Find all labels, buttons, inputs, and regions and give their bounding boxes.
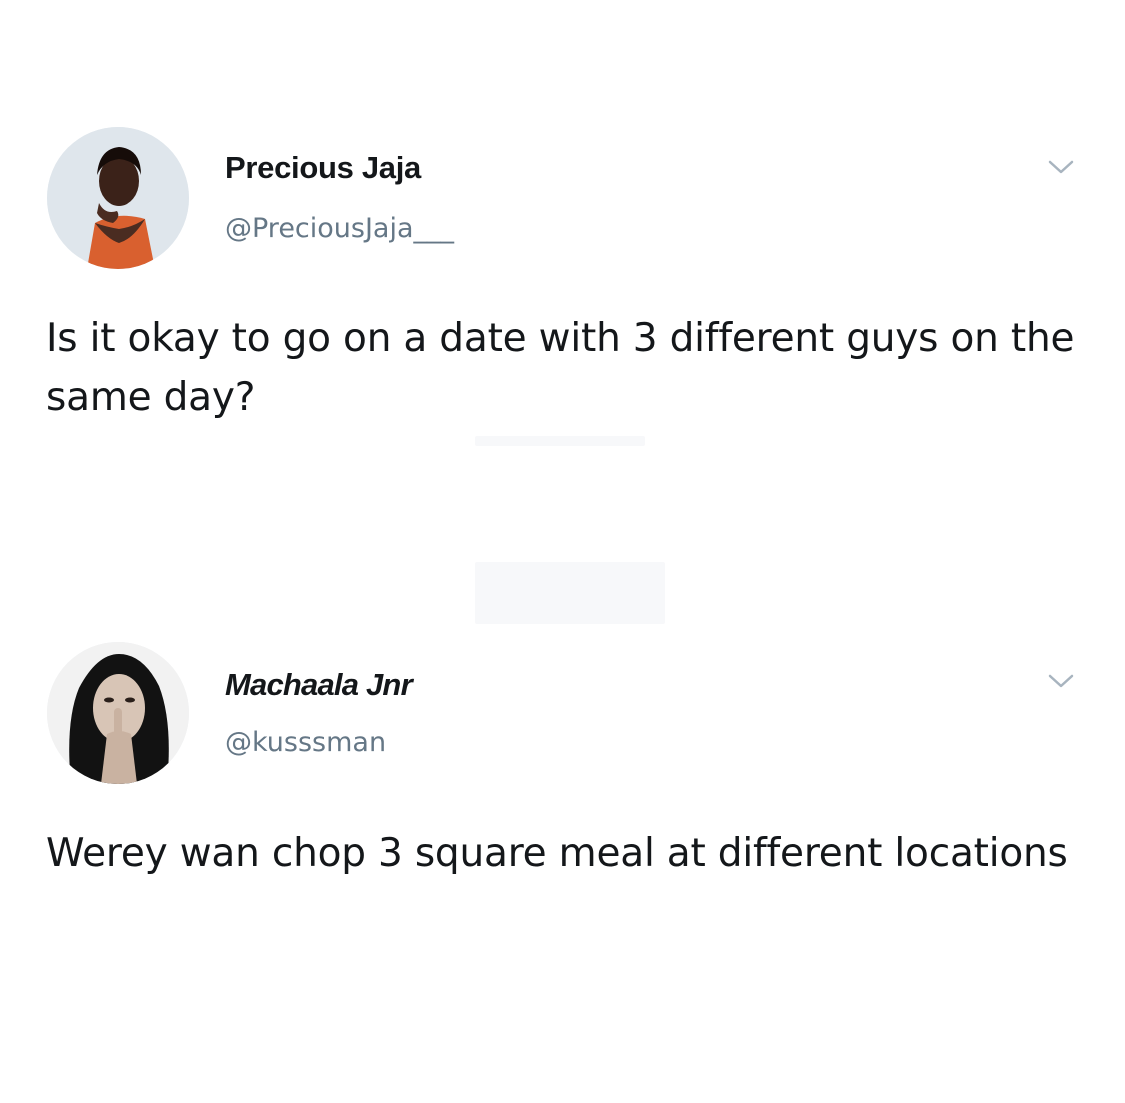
display-name[interactable]: Precious Jaja — [225, 150, 421, 186]
chevron-down-icon[interactable] — [1046, 671, 1076, 691]
avatar-photo — [47, 127, 189, 269]
user-handle[interactable]: @kusssman — [225, 727, 386, 758]
avatar[interactable] — [47, 642, 189, 784]
avatar[interactable] — [47, 127, 189, 269]
user-handle[interactable]: @PreciousJaja___ — [225, 213, 454, 244]
tweet-text: Werey wan chop 3 square meal at differen… — [46, 831, 1068, 876]
tweet-text: Is it okay to go on a date with 3 differ… — [46, 316, 1075, 420]
tweet-card: Precious Jaja @PreciousJaja___ Is it oka… — [0, 0, 1125, 560]
chevron-down-icon[interactable] — [1046, 157, 1076, 177]
faded-artifact — [475, 436, 645, 446]
avatar-photo — [47, 642, 189, 784]
tweet-card: Machaala Jnr @kusssman Werey wan chop 3 … — [0, 560, 1125, 1103]
faded-artifact — [475, 562, 665, 624]
display-name[interactable]: Machaala Jnr — [225, 667, 413, 703]
